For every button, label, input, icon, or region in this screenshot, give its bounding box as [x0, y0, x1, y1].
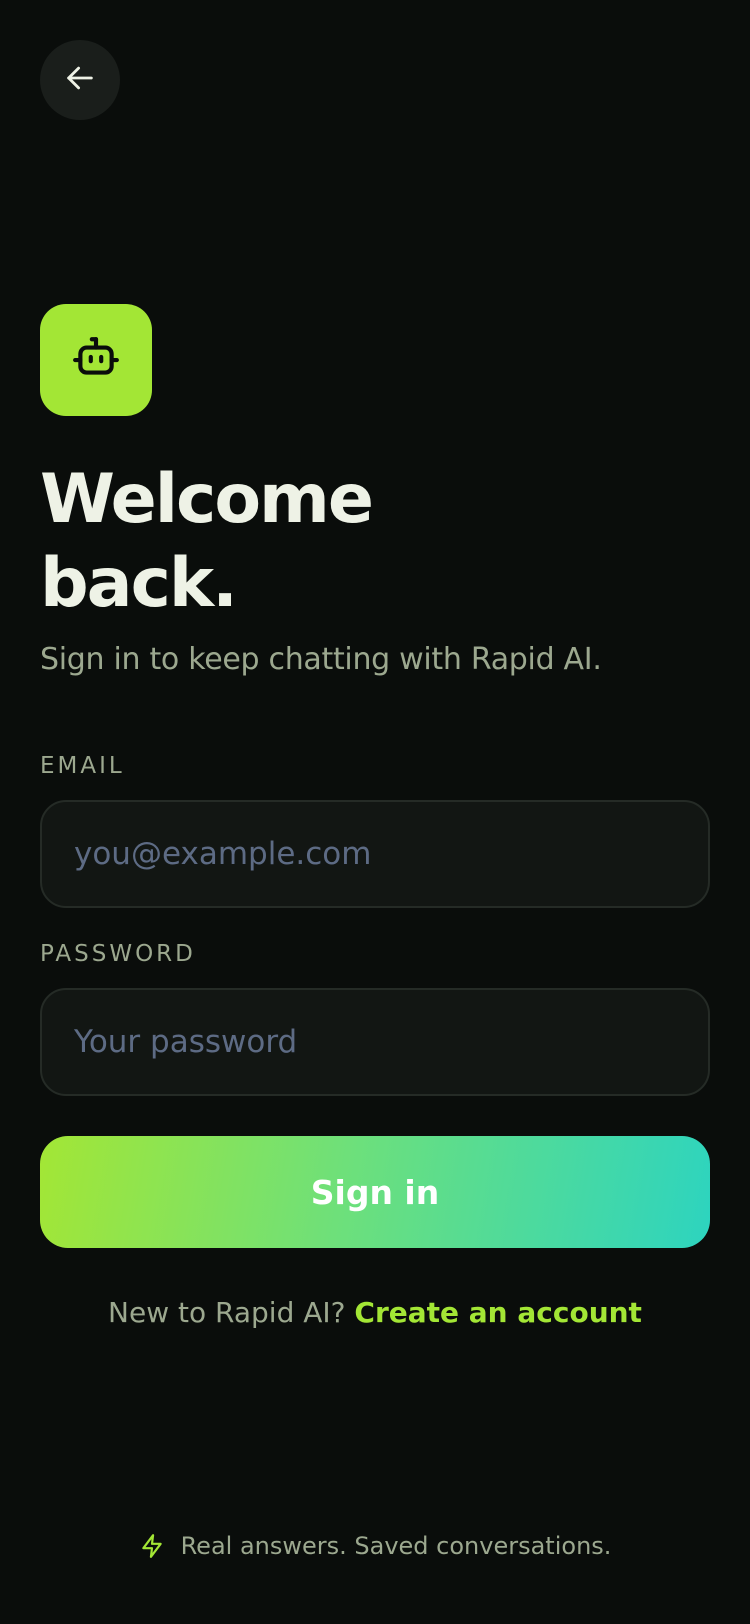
arrow-left-icon — [63, 61, 97, 99]
app-logo — [40, 304, 152, 416]
lightning-bolt-icon — [139, 1533, 165, 1559]
signup-prompt-text: New to Rapid AI? — [108, 1296, 355, 1329]
robot-icon — [71, 333, 121, 387]
email-field[interactable] — [40, 800, 710, 908]
sign-in-button[interactable]: Sign in — [40, 1136, 710, 1248]
page-subtitle: Sign in to keep chatting with Rapid AI. — [40, 642, 602, 677]
back-button[interactable] — [40, 40, 120, 120]
password-field[interactable] — [40, 988, 710, 1096]
create-account-link[interactable]: Create an account — [354, 1296, 642, 1329]
title-line-1: Welcome — [40, 460, 374, 539]
tagline-text: Real answers. Saved conversations. — [180, 1532, 612, 1560]
signup-prompt-row: New to Rapid AI? Create an account — [0, 1296, 750, 1329]
page-title: Welcome back. — [40, 458, 640, 626]
email-label: EMAIL — [40, 753, 125, 779]
title-line-2: back. — [40, 544, 238, 623]
password-label: PASSWORD — [40, 941, 196, 967]
footer-tagline: Real answers. Saved conversations. — [0, 1532, 750, 1560]
